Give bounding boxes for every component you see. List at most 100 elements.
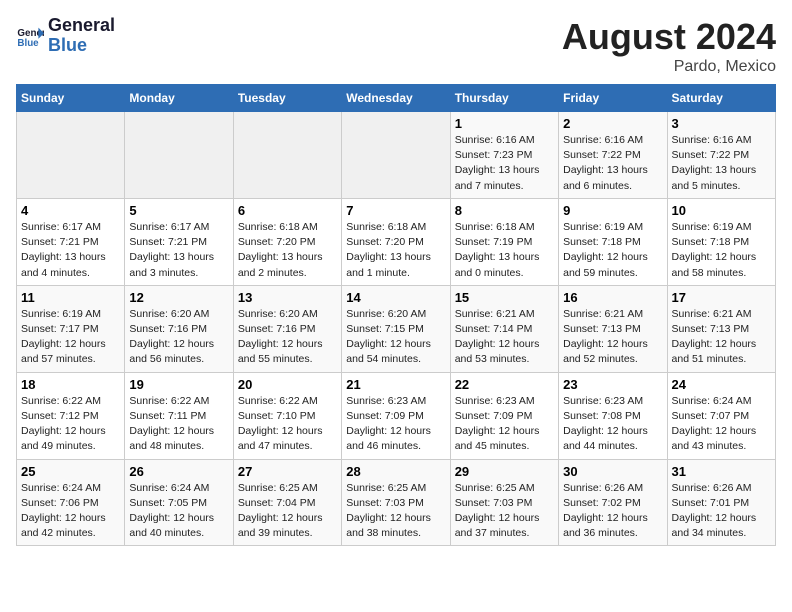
- day-info: Sunrise: 6:23 AM Sunset: 7:09 PM Dayligh…: [455, 394, 554, 455]
- calendar-cell: 13 Sunrise: 6:20 AM Sunset: 7:16 PM Dayli…: [233, 285, 341, 372]
- day-info: Sunrise: 6:22 AM Sunset: 7:11 PM Dayligh…: [129, 394, 228, 455]
- calendar-cell: 9 Sunrise: 6:19 AM Sunset: 7:18 PM Daylig…: [559, 198, 667, 285]
- calendar-cell: [233, 112, 341, 199]
- day-info: Sunrise: 6:19 AM Sunset: 7:17 PM Dayligh…: [21, 307, 120, 368]
- day-number: 6: [238, 203, 337, 218]
- calendar-cell: 16Sunrise: 6:21 AM Sunset: 7:13 PM Dayli…: [559, 285, 667, 372]
- day-number: 4: [21, 203, 120, 218]
- day-info: Sunrise: 6:20 AM Sunset: 7:16 PM Dayligh…: [238, 307, 337, 368]
- day-of-week-header: Thursday: [450, 85, 558, 112]
- logo-icon: General Blue: [16, 22, 44, 50]
- day-info: Sunrise: 6:20 AM Sunset: 7:15 PM Dayligh…: [346, 307, 445, 368]
- calendar-cell: 20Sunrise: 6:22 AM Sunset: 7:10 PM Dayli…: [233, 372, 341, 459]
- calendar-cell: 12 Sunrise: 6:20 AM Sunset: 7:16 PM Dayli…: [125, 285, 233, 372]
- day-number: 20: [238, 377, 337, 392]
- calendar-cell: 2 Sunrise: 6:16 AM Sunset: 7:22 PM Daylig…: [559, 112, 667, 199]
- day-number: 10: [672, 203, 771, 218]
- day-info: Sunrise: 6:17 AM Sunset: 7:21 PM Dayligh…: [21, 220, 120, 281]
- day-number: 25: [21, 464, 120, 479]
- calendar-cell: [17, 112, 125, 199]
- calendar-body: 1 Sunrise: 6:16 AM Sunset: 7:23 PM Daylig…: [17, 112, 776, 546]
- day-of-week-header: Monday: [125, 85, 233, 112]
- day-info: Sunrise: 6:19 AM Sunset: 7:18 PM Dayligh…: [672, 220, 771, 281]
- day-number: 30: [563, 464, 662, 479]
- day-number: 15: [455, 290, 554, 305]
- day-info: Sunrise: 6:20 AM Sunset: 7:16 PM Dayligh…: [129, 307, 228, 368]
- calendar-cell: 24Sunrise: 6:24 AM Sunset: 7:07 PM Dayli…: [667, 372, 775, 459]
- day-info: Sunrise: 6:21 AM Sunset: 7:13 PM Dayligh…: [672, 307, 771, 368]
- calendar-table: SundayMondayTuesdayWednesdayThursdayFrid…: [16, 84, 776, 546]
- day-number: 12: [129, 290, 228, 305]
- calendar-cell: 8Sunrise: 6:18 AM Sunset: 7:19 PM Daylig…: [450, 198, 558, 285]
- calendar-cell: 5 Sunrise: 6:17 AM Sunset: 7:21 PM Daylig…: [125, 198, 233, 285]
- calendar-cell: 23 Sunrise: 6:23 AM Sunset: 7:08 PM Dayli…: [559, 372, 667, 459]
- day-info: Sunrise: 6:26 AM Sunset: 7:02 PM Dayligh…: [563, 481, 662, 542]
- calendar-cell: 19 Sunrise: 6:22 AM Sunset: 7:11 PM Dayli…: [125, 372, 233, 459]
- day-info: Sunrise: 6:21 AM Sunset: 7:13 PM Dayligh…: [563, 307, 662, 368]
- calendar-week-row: 18 Sunrise: 6:22 AM Sunset: 7:12 PM Dayli…: [17, 372, 776, 459]
- calendar-cell: 21 Sunrise: 6:23 AM Sunset: 7:09 PM Dayli…: [342, 372, 450, 459]
- day-number: 31: [672, 464, 771, 479]
- day-number: 22: [455, 377, 554, 392]
- day-number: 8: [455, 203, 554, 218]
- page-header: General Blue General Blue August 2024 Pa…: [16, 16, 776, 76]
- calendar-cell: 7 Sunrise: 6:18 AM Sunset: 7:20 PM Daylig…: [342, 198, 450, 285]
- day-info: Sunrise: 6:25 AM Sunset: 7:03 PM Dayligh…: [346, 481, 445, 542]
- day-of-week-header: Tuesday: [233, 85, 341, 112]
- calendar-cell: 14 Sunrise: 6:20 AM Sunset: 7:15 PM Dayli…: [342, 285, 450, 372]
- calendar-cell: [342, 112, 450, 199]
- day-info: Sunrise: 6:24 AM Sunset: 7:06 PM Dayligh…: [21, 481, 120, 542]
- day-number: 28: [346, 464, 445, 479]
- day-number: 21: [346, 377, 445, 392]
- day-info: Sunrise: 6:21 AM Sunset: 7:14 PM Dayligh…: [455, 307, 554, 368]
- day-info: Sunrise: 6:24 AM Sunset: 7:07 PM Dayligh…: [672, 394, 771, 455]
- day-info: Sunrise: 6:18 AM Sunset: 7:20 PM Dayligh…: [238, 220, 337, 281]
- calendar-week-row: 1 Sunrise: 6:16 AM Sunset: 7:23 PM Daylig…: [17, 112, 776, 199]
- calendar-week-row: 11 Sunrise: 6:19 AM Sunset: 7:17 PM Dayli…: [17, 285, 776, 372]
- calendar-week-row: 4 Sunrise: 6:17 AM Sunset: 7:21 PM Daylig…: [17, 198, 776, 285]
- calendar-cell: 11 Sunrise: 6:19 AM Sunset: 7:17 PM Dayli…: [17, 285, 125, 372]
- day-number: 3: [672, 116, 771, 131]
- day-info: Sunrise: 6:22 AM Sunset: 7:12 PM Dayligh…: [21, 394, 120, 455]
- day-info: Sunrise: 6:16 AM Sunset: 7:23 PM Dayligh…: [455, 133, 554, 194]
- calendar-cell: [125, 112, 233, 199]
- day-number: 5: [129, 203, 228, 218]
- calendar-cell: 18 Sunrise: 6:22 AM Sunset: 7:12 PM Dayli…: [17, 372, 125, 459]
- calendar-cell: 3 Sunrise: 6:16 AM Sunset: 7:22 PM Daylig…: [667, 112, 775, 199]
- logo-general: General: [48, 16, 115, 36]
- day-number: 14: [346, 290, 445, 305]
- day-info: Sunrise: 6:19 AM Sunset: 7:18 PM Dayligh…: [563, 220, 662, 281]
- day-number: 11: [21, 290, 120, 305]
- day-of-week-header: Sunday: [17, 85, 125, 112]
- calendar-cell: 27 Sunrise: 6:25 AM Sunset: 7:04 PM Dayli…: [233, 459, 341, 546]
- day-number: 7: [346, 203, 445, 218]
- day-number: 19: [129, 377, 228, 392]
- day-number: 17: [672, 290, 771, 305]
- day-number: 13: [238, 290, 337, 305]
- day-number: 2: [563, 116, 662, 131]
- day-info: Sunrise: 6:25 AM Sunset: 7:04 PM Dayligh…: [238, 481, 337, 542]
- day-number: 23: [563, 377, 662, 392]
- day-info: Sunrise: 6:18 AM Sunset: 7:20 PM Dayligh…: [346, 220, 445, 281]
- day-info: Sunrise: 6:16 AM Sunset: 7:22 PM Dayligh…: [672, 133, 771, 194]
- calendar-cell: 6 Sunrise: 6:18 AM Sunset: 7:20 PM Daylig…: [233, 198, 341, 285]
- calendar-cell: 30 Sunrise: 6:26 AM Sunset: 7:02 PM Dayli…: [559, 459, 667, 546]
- calendar-cell: 31 Sunrise: 6:26 AM Sunset: 7:01 PM Dayli…: [667, 459, 775, 546]
- calendar-cell: 15 Sunrise: 6:21 AM Sunset: 7:14 PM Dayli…: [450, 285, 558, 372]
- day-number: 27: [238, 464, 337, 479]
- calendar-cell: 10 Sunrise: 6:19 AM Sunset: 7:18 PM Dayli…: [667, 198, 775, 285]
- day-number: 18: [21, 377, 120, 392]
- day-info: Sunrise: 6:25 AM Sunset: 7:03 PM Dayligh…: [455, 481, 554, 542]
- logo: General Blue General Blue: [16, 16, 115, 56]
- day-of-week-header: Friday: [559, 85, 667, 112]
- day-info: Sunrise: 6:16 AM Sunset: 7:22 PM Dayligh…: [563, 133, 662, 194]
- page-subtitle: Pardo, Mexico: [562, 58, 776, 76]
- day-info: Sunrise: 6:23 AM Sunset: 7:09 PM Dayligh…: [346, 394, 445, 455]
- day-info: Sunrise: 6:26 AM Sunset: 7:01 PM Dayligh…: [672, 481, 771, 542]
- day-info: Sunrise: 6:24 AM Sunset: 7:05 PM Dayligh…: [129, 481, 228, 542]
- calendar-cell: 22 Sunrise: 6:23 AM Sunset: 7:09 PM Dayli…: [450, 372, 558, 459]
- day-number: 1: [455, 116, 554, 131]
- day-info: Sunrise: 6:23 AM Sunset: 7:08 PM Dayligh…: [563, 394, 662, 455]
- day-info: Sunrise: 6:17 AM Sunset: 7:21 PM Dayligh…: [129, 220, 228, 281]
- day-number: 9: [563, 203, 662, 218]
